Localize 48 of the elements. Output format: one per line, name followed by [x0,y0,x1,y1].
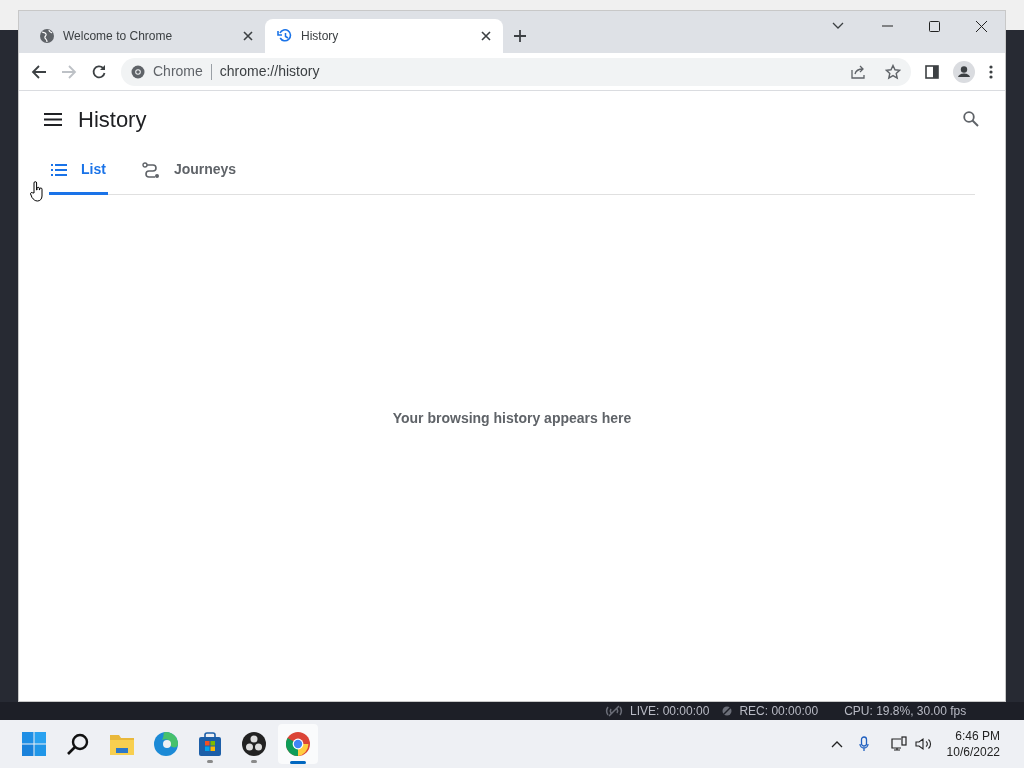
view-tab[interactable]: List [49,147,108,195]
clock-date[interactable]: 10/6/2022 [946,744,1000,760]
chrome-logo-icon [131,64,145,79]
url-text: chrome://history [219,62,320,81]
site-label: Chrome [153,62,203,81]
clock-time[interactable]: 6:46 PM [955,728,1000,744]
profile-avatar-icon[interactable] [953,60,975,83]
chrome-icon [286,732,310,756]
hand-cursor-icon [30,181,44,203]
side-panel-icon[interactable] [925,64,939,79]
obs-logo-icon [242,732,266,756]
globe-icon [39,28,55,44]
bookmark-star-icon[interactable] [885,63,901,80]
cpu-usage: CPU: 19.8%, 30.00 fps [844,703,967,720]
volume-icon[interactable] [914,737,933,751]
reload-icon[interactable] [91,63,107,80]
close-tab-icon[interactable] [481,31,491,41]
search-icon[interactable] [963,111,979,127]
search-icon [66,732,90,756]
browser-tab[interactable]: History [265,19,503,53]
close-icon[interactable] [976,20,987,32]
tray-chevron-icon[interactable] [830,740,843,748]
back-icon[interactable] [31,63,47,80]
start-icon [22,732,46,756]
tab-search-icon[interactable] [832,22,844,30]
page-title: History [78,105,147,134]
network-icon[interactable] [890,736,907,752]
share-icon[interactable] [851,64,867,79]
menu-icon[interactable] [989,64,993,79]
empty-message: Your browsing history appears here [392,408,632,428]
view-tab[interactable]: Journeys [139,147,239,195]
close-tab-icon[interactable] [243,31,253,41]
browser-tab[interactable]: Welcome to Chrome [27,19,265,53]
record-off-icon [721,705,734,717]
rec-time: REC: 00:00:00 [739,703,819,720]
edge-browser-icon [154,732,178,756]
maximize-icon[interactable] [929,20,940,32]
folder-icon [110,733,134,755]
new-tab-icon[interactable] [513,29,527,43]
address-bar[interactable]: Chrome chrome://history [121,57,911,86]
signal-off-icon [604,705,624,717]
journeys-icon [141,161,160,178]
menu-icon[interactable] [44,112,62,126]
live-time: LIVE: 00:00:00 [630,703,710,720]
store-bag-icon [199,732,221,756]
microphone-icon[interactable] [858,736,869,752]
history-icon [277,28,293,44]
list-icon [51,163,67,176]
